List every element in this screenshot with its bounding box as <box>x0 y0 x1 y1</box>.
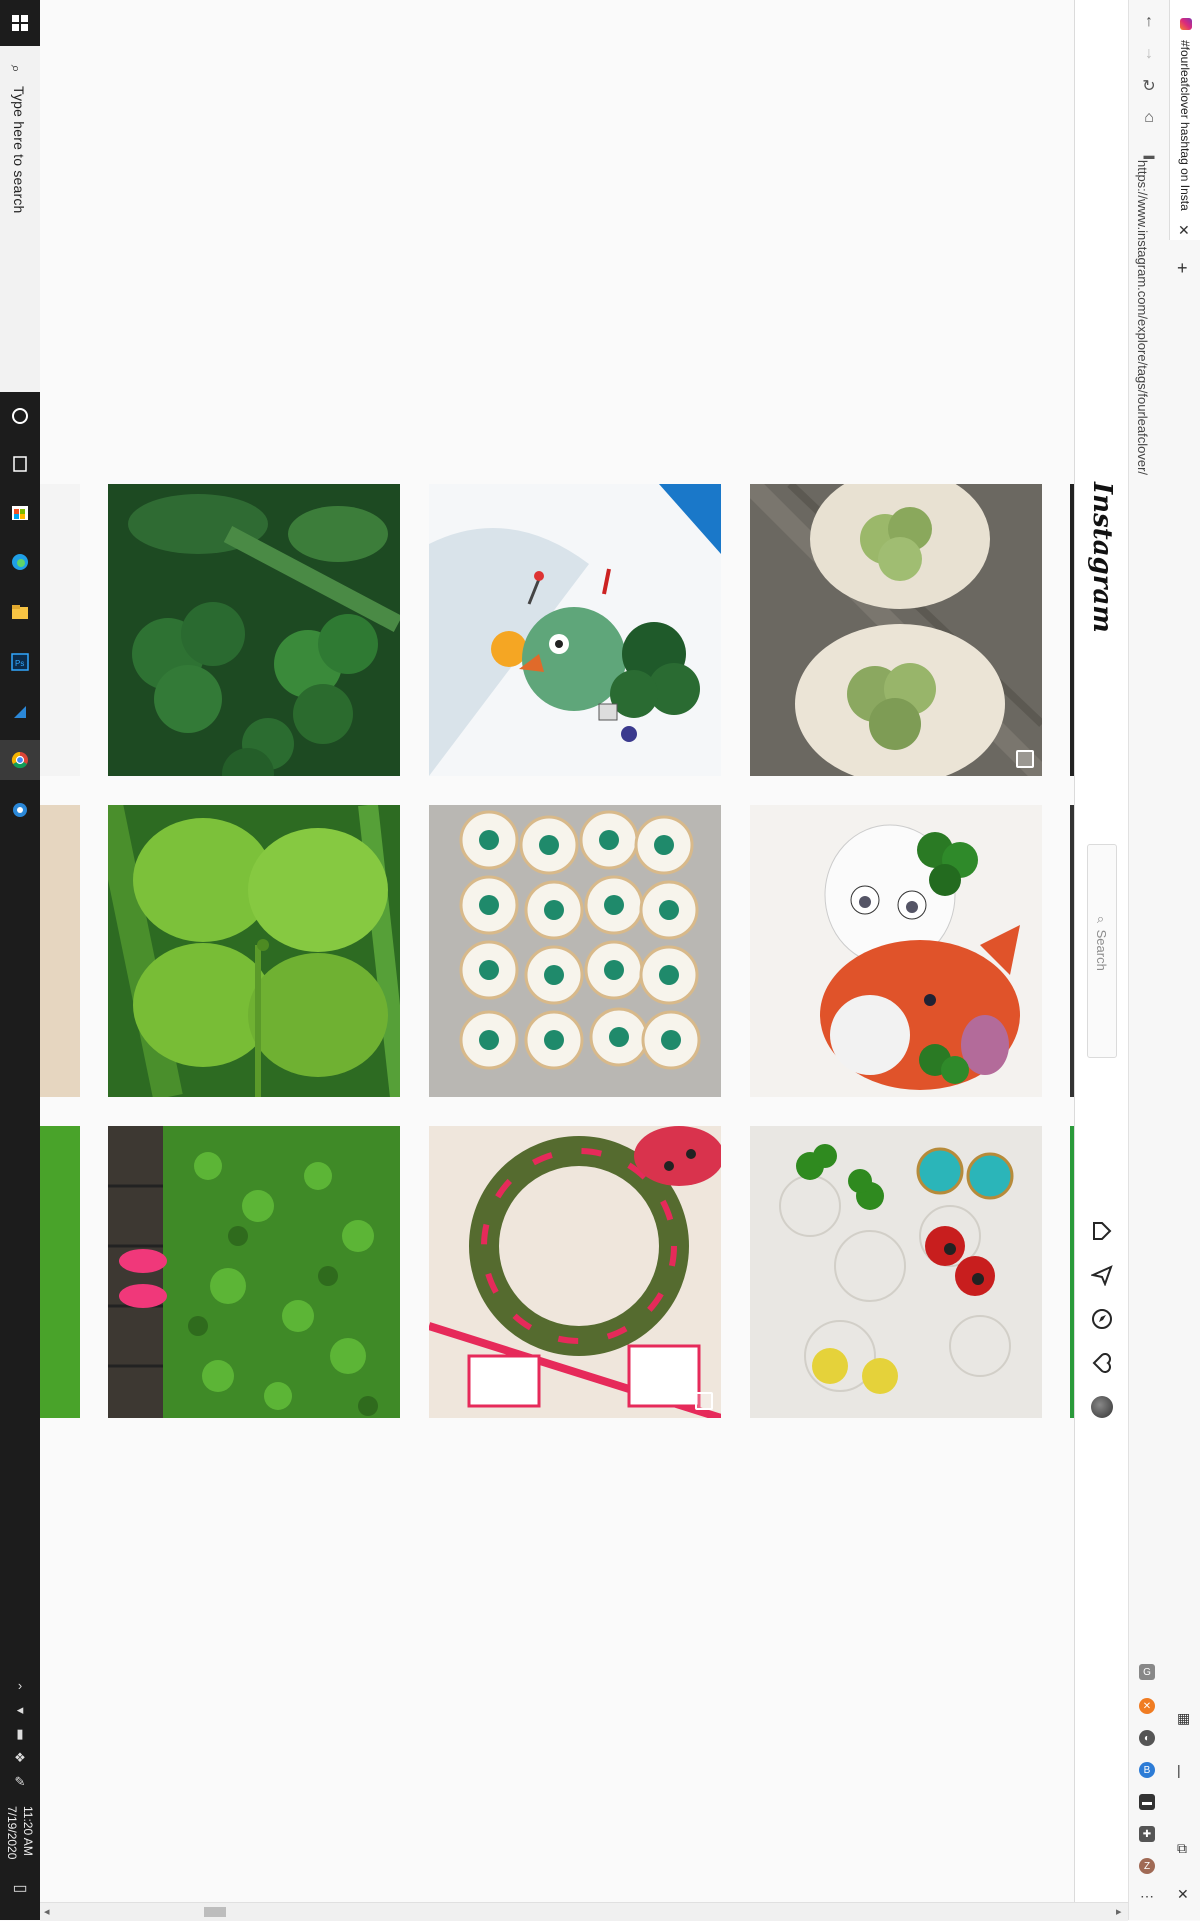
layout-icon[interactable]: ▦ <box>1177 1710 1190 1727</box>
browser-toolbar: ↑ ↓ ↻ ⌂ ▬ https://www.instagram.com/expl… <box>1128 0 1200 1920</box>
clover-leaves-image <box>108 484 400 776</box>
horizontal-scrollbar[interactable]: ◂ ▸ <box>40 1902 1128 1921</box>
extension-icon[interactable]: B <box>1139 1762 1155 1778</box>
new-tab-icon[interactable]: + <box>1177 258 1188 279</box>
extension-icon[interactable]: ✕ <box>1139 1698 1155 1714</box>
pink-shoes-clover-image <box>108 1126 400 1418</box>
restore-icon[interactable]: ⧉ <box>1177 1840 1187 1857</box>
start-button[interactable] <box>0 0 40 46</box>
chrome-icon[interactable] <box>0 740 40 780</box>
red-ribbon-wreath-image <box>429 1126 721 1418</box>
activity-icon[interactable] <box>1089 1350 1115 1376</box>
instagram-search-placeholder: ⌕ Search <box>1094 913 1109 971</box>
instagram-nav: Instagram ⌕ Search <box>1074 0 1130 1920</box>
extension-icon[interactable]: ▬ <box>1139 1794 1155 1810</box>
forward-icon[interactable]: ↓ <box>1137 42 1161 66</box>
enamel-earrings-image <box>750 1126 1042 1418</box>
address-bar[interactable]: https://www.instagram.com/explore/tags/f… <box>1135 160 1150 475</box>
reload-icon[interactable]: ↻ <box>1137 74 1161 98</box>
settings-icon[interactable] <box>8 798 32 822</box>
tray-chevron-icon[interactable]: › <box>0 1678 40 1693</box>
grid-tile-clover-ceramics[interactable] <box>750 484 1042 776</box>
direct-icon[interactable] <box>1089 1262 1115 1288</box>
pen-icon[interactable]: ✎ <box>0 1774 40 1790</box>
ink-icon[interactable] <box>8 700 32 724</box>
grid-tile-partial[interactable] <box>40 1126 80 1418</box>
grid-tile-four-leaf-clover[interactable] <box>108 805 400 1097</box>
windows-taskbar: ⌕ Type here to search Ps › ◂ ▮ ❖ ✎ 11:20… <box>0 0 40 1920</box>
multiple-posts-icon <box>695 1392 713 1410</box>
grid-tile-ceramic-robot[interactable] <box>429 484 721 776</box>
extensions-puzzle-icon[interactable]: ✚ <box>1139 1826 1155 1842</box>
four-leaf-clover-image <box>108 805 400 1097</box>
grid-tile-pink-shoes-clover[interactable] <box>108 1126 400 1418</box>
notification-icon[interactable]: ▭ <box>0 1878 40 1898</box>
grid-tile-clover-leaves[interactable] <box>108 484 400 776</box>
clock-time: 11:20 AM <box>21 1806 35 1856</box>
ceramic-robot-image <box>429 484 721 776</box>
store-icon[interactable] <box>8 500 32 524</box>
volume-icon[interactable]: ◂ <box>0 1702 40 1718</box>
instagram-search-box[interactable]: ⌕ Search <box>1087 844 1117 1058</box>
task-view-icon[interactable] <box>8 452 32 476</box>
profile-avatar[interactable] <box>1091 1396 1113 1418</box>
minimize-icon[interactable]: | <box>1177 1762 1181 1778</box>
explore-icon[interactable] <box>1089 1306 1115 1332</box>
windows-logo-icon <box>12 15 28 31</box>
grid-tile-red-ribbon-wreath[interactable] <box>429 1126 721 1418</box>
battery-icon[interactable]: ▮ <box>0 1726 40 1742</box>
clover-cookies-image <box>429 805 721 1097</box>
clover-ceramic-image <box>750 484 1042 776</box>
instagram-logo[interactable]: Instagram <box>1087 482 1117 633</box>
grid-tile-enamel-earrings[interactable] <box>750 1126 1042 1418</box>
browser-tab[interactable]: #fourleafclover hashtag on Insta ✕ <box>1169 0 1200 240</box>
scroll-left-icon[interactable]: ◂ <box>44 1905 50 1918</box>
grid-tile-fox-figurine[interactable] <box>750 805 1042 1097</box>
clock-date: 7/19/2020 <box>5 1806 19 1860</box>
extension-icon[interactable]: G <box>1139 1664 1155 1680</box>
taskbar-search-box[interactable]: ⌕ Type here to search <box>0 46 40 392</box>
svg-text:Ps: Ps <box>15 659 24 668</box>
fox-figurine-image <box>750 805 1042 1097</box>
menu-icon[interactable]: ⋯ <box>1139 1888 1155 1904</box>
tab-title: #fourleafclover hashtag on Insta <box>1178 40 1192 211</box>
search-icon: ⌕ <box>8 64 25 73</box>
grid-tile-partial[interactable] <box>40 805 80 1097</box>
taskbar-search-placeholder: Type here to search <box>11 86 27 214</box>
photoshop-icon[interactable]: Ps <box>8 650 32 674</box>
home-icon[interactable] <box>1089 1218 1115 1244</box>
taskbar-clock[interactable]: 11:20 AM 7/19/2020 <box>4 1806 36 1859</box>
close-tab-icon[interactable]: ✕ <box>1178 222 1190 239</box>
scrollbar-thumb[interactable] <box>204 1907 226 1917</box>
edge-icon[interactable] <box>8 550 32 574</box>
profile-icon[interactable]: Z <box>1139 1858 1155 1874</box>
extension-icon[interactable]: ◐ <box>1139 1730 1155 1746</box>
grid-tile-clover-cookies[interactable] <box>429 805 721 1097</box>
grid-tile-partial[interactable] <box>40 484 80 776</box>
dropbox-icon[interactable]: ❖ <box>0 1750 40 1766</box>
cortana-icon[interactable] <box>8 404 32 428</box>
multiple-posts-icon <box>1016 750 1034 768</box>
scroll-right-icon[interactable]: ▸ <box>1116 1905 1122 1918</box>
back-icon[interactable]: ↑ <box>1137 10 1161 34</box>
close-window-icon[interactable]: ✕ <box>1177 1886 1189 1903</box>
home-icon[interactable]: ⌂ <box>1137 106 1161 130</box>
file-explorer-icon[interactable] <box>8 600 32 624</box>
instagram-favicon-icon <box>1180 18 1192 30</box>
